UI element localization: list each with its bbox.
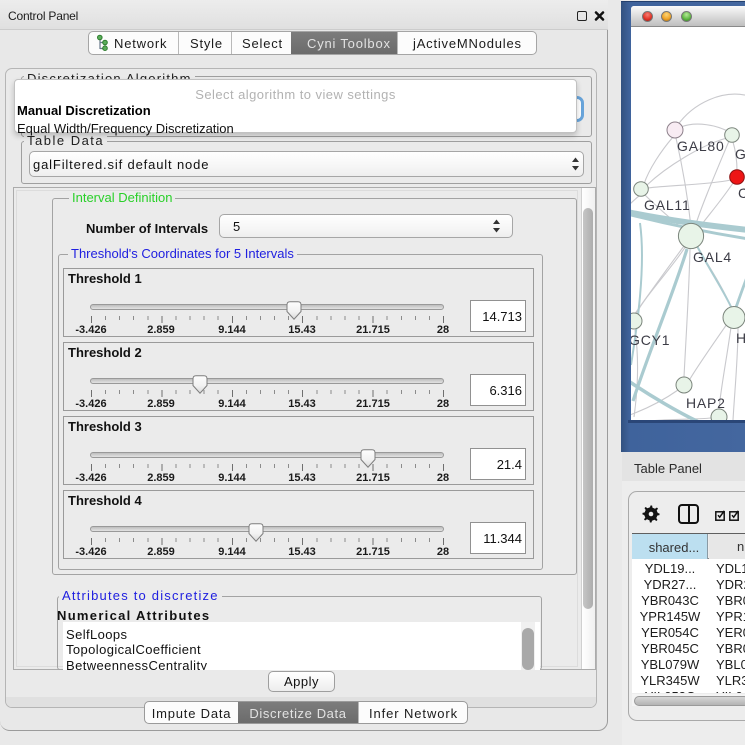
svg-text:GAL4: GAL4 — [693, 249, 732, 265]
svg-text:GCY1: GCY1 — [631, 332, 670, 348]
svg-text:GAL80: GAL80 — [677, 138, 725, 154]
svg-text:HI: HI — [736, 330, 745, 346]
svg-text:C: C — [738, 185, 745, 201]
svg-text:GA: GA — [735, 146, 745, 162]
svg-text:GAL11: GAL11 — [644, 197, 691, 213]
svg-text:HAP2: HAP2 — [686, 395, 726, 411]
